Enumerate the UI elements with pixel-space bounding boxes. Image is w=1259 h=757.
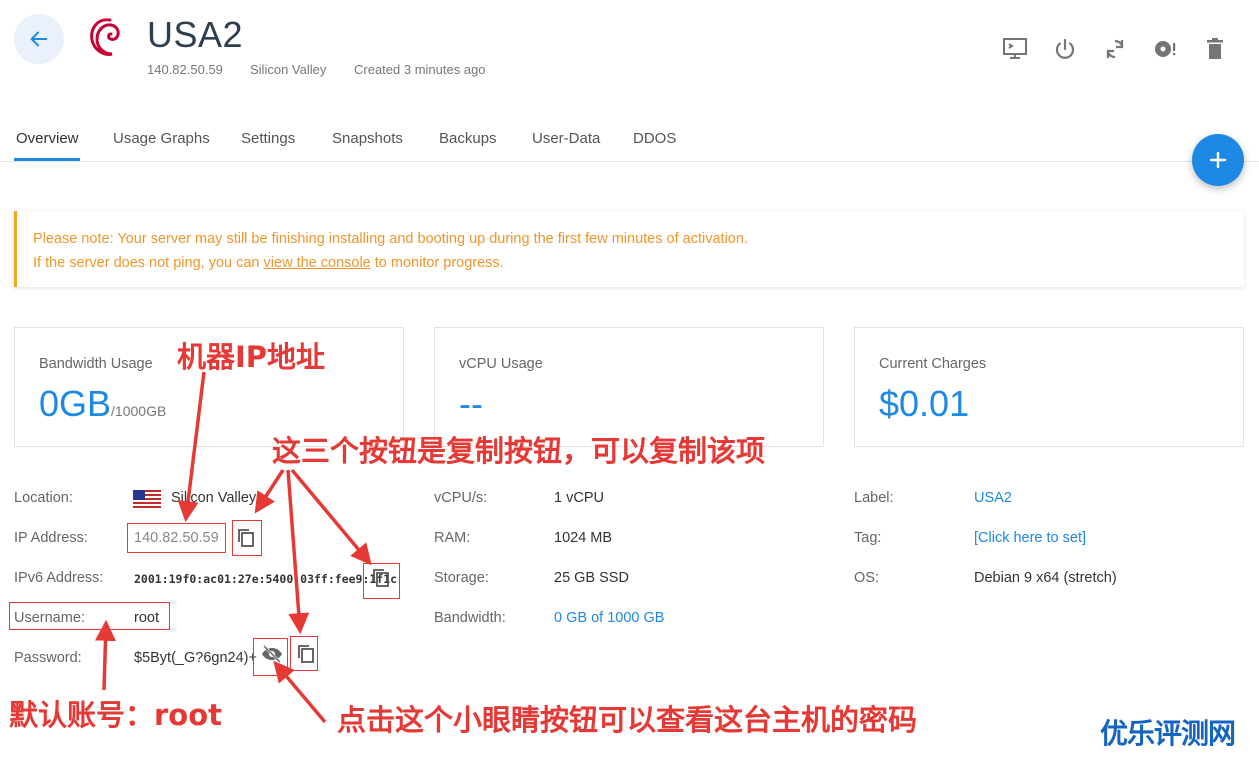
arrow-left-icon [30,31,48,47]
header-location: Silicon Valley [250,62,327,77]
watermark: 优乐评测网 [1100,717,1236,750]
vcpu-card-title: vCPU Usage [459,356,543,372]
copy-password-highlight-box [290,636,318,671]
ram-label: RAM: [434,530,471,546]
plus-icon [1209,151,1227,169]
ip-annotation: 机器IP地址 [177,340,326,374]
charges-card-title: Current Charges [879,356,987,372]
reinstall-button[interactable] [1149,34,1181,64]
notice-line-2: If the server does not ping, you can vie… [33,251,1228,275]
header-ip: 140.82.50.59 [147,62,223,77]
restart-button[interactable] [1099,34,1131,64]
tab-usage-graphs[interactable]: Usage Graphs [113,130,210,147]
ip-highlight-box [127,523,226,553]
bandwidth-card-title: Bandwidth Usage [39,356,153,372]
bandwidth-value: 0GB [39,383,112,424]
power-icon [1055,38,1075,59]
password-value: $5Byt(_G?6gn24)+ [134,650,257,666]
tab-settings[interactable]: Settings [241,130,295,147]
notice-suffix: to monitor progress. [370,255,504,271]
os-value: Debian 9 x64 (stretch) [974,570,1117,586]
eye-highlight-box [253,638,288,676]
copy-buttons-annotation: 这三个按钮是复制按钮，可以复制该项 [272,434,766,468]
activation-notice: Please note: Your server may still be fi… [14,211,1244,287]
bandwidth-unit: /1000GB [111,403,167,419]
back-button[interactable] [14,14,64,64]
server-overview-page: USA2 140.82.50.59 Silicon Valley Created… [0,0,1259,757]
active-tab-indicator [14,158,80,161]
bandwidth-value-link[interactable]: 0 GB of 1000 GB [554,610,664,626]
set-tag-link[interactable]: [Click here to set] [974,530,1086,546]
tab-backups[interactable]: Backups [439,130,497,147]
charges-card-value: $0.01 [879,383,970,424]
username-highlight-box [9,602,170,630]
tab-snapshots[interactable]: Snapshots [332,130,403,147]
tab-overview[interactable]: Overview [16,130,79,147]
vcpus-label: vCPU/s: [434,490,488,506]
vcpus-value: 1 vCPU [554,490,604,506]
us-flag-icon [133,490,161,508]
username-annotation: 默认账号：root [9,698,223,732]
ram-value: 1024 MB [554,530,613,546]
server-title: USA2 [147,14,244,55]
debian-logo-icon [90,18,120,56]
tab-bar: Overview Usage Graphs Settings Snapshots… [0,120,1259,162]
delete-button[interactable] [1199,34,1231,64]
storage-label: Storage: [434,570,489,586]
ip-address-label: IP Address: [14,530,88,546]
server-toolbar [999,34,1231,64]
tab-user-data[interactable]: User-Data [532,130,600,147]
notice-prefix: If the server does not ping, you can [33,255,264,271]
server-label-value[interactable]: USA2 [974,490,1012,506]
reinstall-icon [1155,41,1176,57]
eye-button-annotation: 点击这个小眼睛按钮可以查看这台主机的密码 [337,703,918,737]
view-console-link[interactable]: view the console [264,255,371,271]
server-label-label: Label: [854,490,894,506]
notice-line-1: Please note: Your server may still be fi… [33,231,748,247]
ipv6-address-label: IPv6 Address: [14,570,104,586]
power-button[interactable] [1049,34,1081,64]
restart-icon [1106,39,1124,59]
add-button[interactable] [1192,134,1244,186]
password-label: Password: [14,650,82,666]
trash-icon [1207,38,1223,59]
bandwidth-card-value: 0GB/1000GB [39,383,166,425]
ipv6-address-value: 2001:19f0:ac01:27e:5400:03ff:fee9:1f1c [134,572,398,586]
tab-ddos[interactable]: DDOS [633,130,676,147]
copy-ip-highlight-box [232,520,262,556]
copy-ipv6-highlight-box [363,563,400,599]
storage-value: 25 GB SSD [554,570,629,586]
console-icon [1003,38,1027,59]
vcpu-card-value: -- [459,383,483,424]
location-value: Silicon Valley [171,490,257,506]
current-charges-card: Current Charges $0.01 [854,327,1244,447]
tag-label: Tag: [854,530,882,546]
os-label: OS: [854,570,879,586]
header-created: Created 3 minutes ago [354,62,486,77]
bandwidth-label: Bandwidth: [434,610,506,626]
console-button[interactable] [999,34,1031,64]
location-label: Location: [14,490,73,506]
